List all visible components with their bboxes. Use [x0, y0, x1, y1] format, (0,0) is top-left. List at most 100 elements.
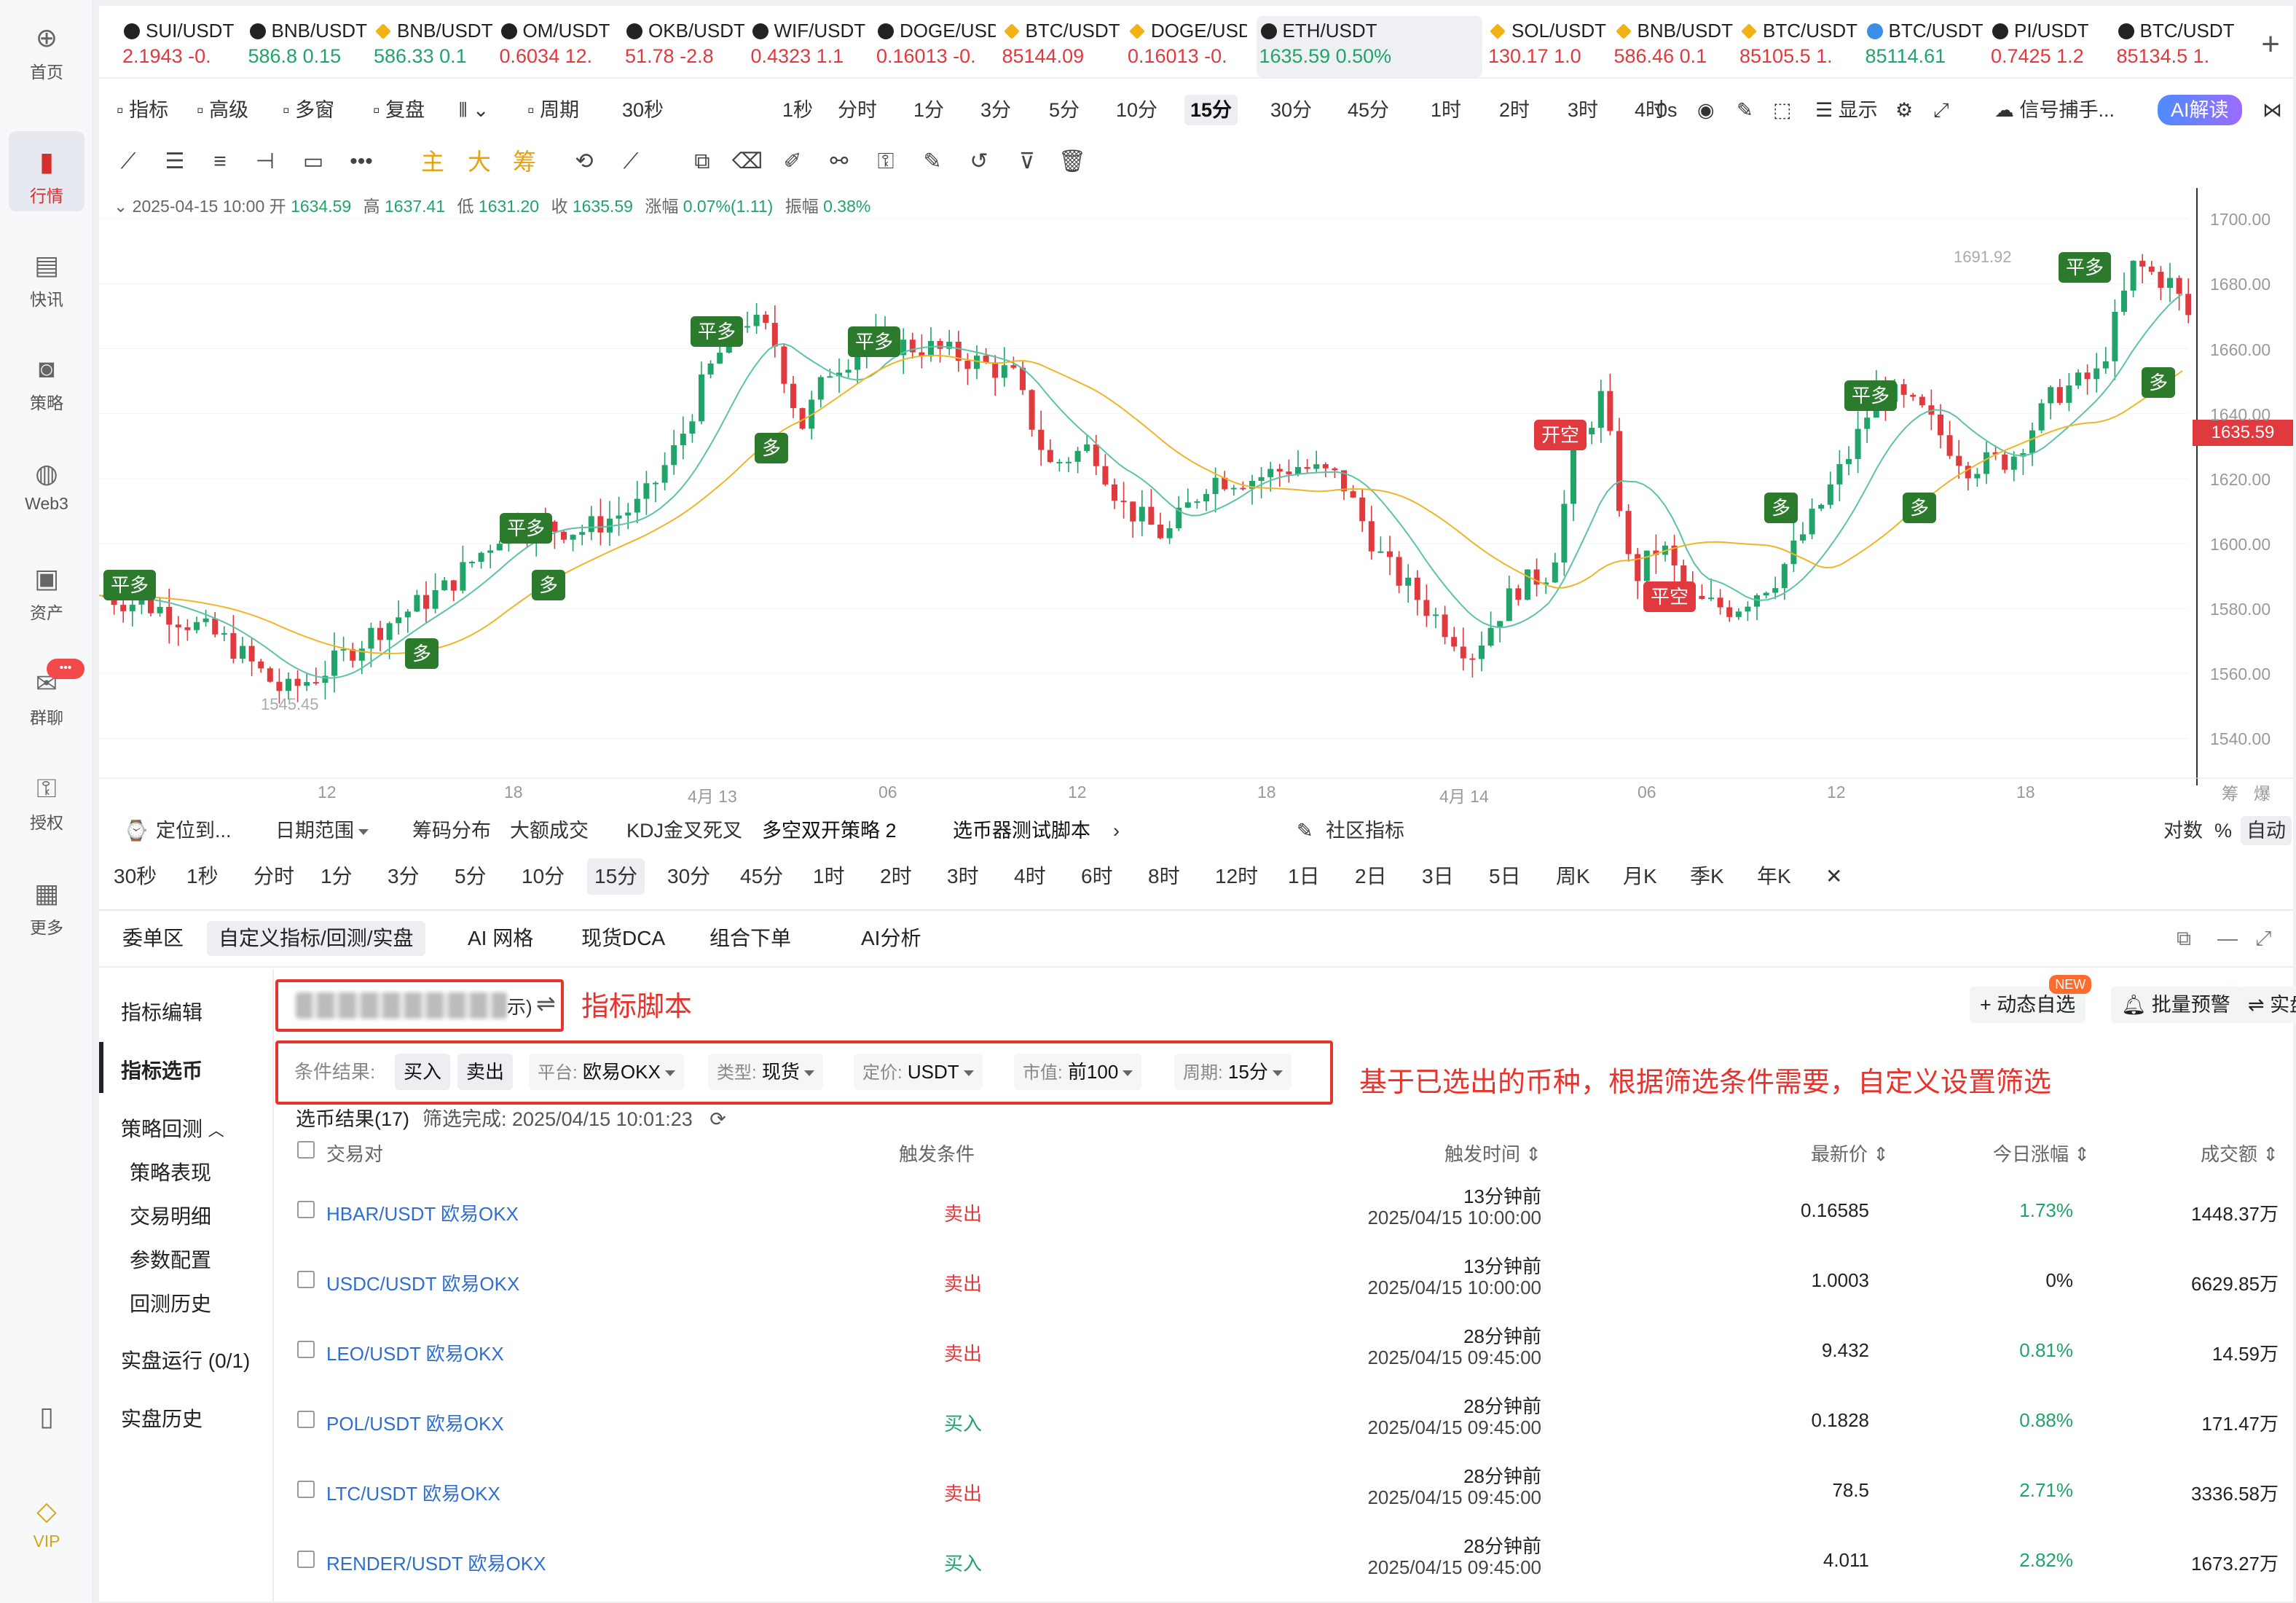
table-row[interactable]: LEO/USDT 欧易OKX 卖出 28分钟前 2025/04/15 09:45:00… — [274, 1314, 2293, 1384]
type-dropdown[interactable]: 类型: 现货 — [708, 1054, 823, 1090]
row-checkbox[interactable] — [297, 1411, 315, 1428]
lock-icon[interactable]: ⚿ — [870, 146, 902, 178]
menu-strategy-performance[interactable]: 策略表现 — [130, 1157, 211, 1186]
table-row[interactable]: HBAR/USDT 欧易OKX 卖出 13分钟前 2025/04/15 10:00:0… — [274, 1175, 2293, 1245]
copy-icon[interactable]: ⧉ — [686, 146, 718, 178]
ticker-tab[interactable]: ETH/USDT 1635.59 0.50% — [1256, 16, 1482, 77]
period-option[interactable]: 3分 — [380, 858, 427, 895]
auto-scale-toggle[interactable]: 自动 — [2241, 816, 2292, 845]
period-tab[interactable]: 5分 — [1043, 95, 1085, 125]
toolbar-advanced[interactable]: ▫ 高级 — [191, 95, 254, 125]
period-tab[interactable]: 3分 — [975, 95, 1017, 125]
batch-alert-button[interactable]: 🔔︎ 批量预警 — [2111, 987, 2241, 1023]
platform-dropdown[interactable]: 平台: 欧易OKX — [529, 1054, 684, 1090]
period-tab[interactable]: 1分 — [908, 95, 950, 125]
filter-icon[interactable]: ⊽ — [1011, 146, 1043, 178]
strategy-tool-icon[interactable]: ⟲ — [568, 146, 600, 178]
table-row[interactable]: POL/USDT 欧易OKX 买入 28分钟前 2025/04/15 09:45:00… — [274, 1384, 2293, 1454]
period-tab[interactable]: 15分 — [1184, 95, 1238, 125]
toolbar-multi-window[interactable]: ▫ 多窗 — [277, 95, 340, 125]
detach-window-icon[interactable]: ⧉ — [2177, 927, 2191, 951]
ticker-tab[interactable]: BTC/USDT 85105.5 1. — [1737, 16, 1859, 77]
indicator-long-short-strategy[interactable]: 多空双开策略 2 — [762, 816, 897, 845]
share-icon[interactable]: ⋈ — [2257, 95, 2288, 125]
ticker-tab[interactable]: DOGE/USDT0.16013 -0. — [873, 16, 996, 77]
percent-scale-toggle[interactable]: % — [2214, 816, 2232, 845]
horizontal-lines-icon[interactable]: ≡ — [204, 146, 236, 178]
period-option[interactable]: 5分 — [447, 858, 494, 895]
close-icon[interactable]: ✕ — [1818, 858, 1849, 895]
ticker-tab[interactable]: BNB/USDT 586.46 0.1 — [1611, 16, 1734, 77]
ticker-tab[interactable]: BNB/USDT 586.8 0.15 — [245, 16, 368, 77]
toolbar-period[interactable]: ▫ 周期 — [522, 95, 585, 125]
table-row[interactable]: LTC/USDT 欧易OKX 卖出 28分钟前 2025/04/15 09:45:00… — [274, 1454, 2293, 1524]
toolbar-chart-type[interactable]: ⫴ ⌄ — [453, 95, 495, 125]
trade-signal-marker[interactable]: 平多 — [103, 570, 157, 600]
candlestick-chart[interactable]: ⌄ 2025-04-15 10:00 开 1634.59 高 1637.41 低… — [99, 188, 2293, 806]
log-scale-toggle[interactable]: 对数 — [2163, 816, 2203, 845]
ticker-tab[interactable]: DOGE/USDT0.16013 -0. — [1125, 16, 1247, 77]
ticker-tab[interactable]: BTC/USDT 85114.61 — [1863, 16, 1985, 77]
indicator-large-trades[interactable]: 大额成交 — [510, 816, 589, 845]
indicator-chip-distribution[interactable]: 筹码分布 — [412, 816, 491, 845]
period-option[interactable]: 5日 — [1482, 858, 1528, 895]
dynamic-watchlist-button[interactable]: + 动态自选 NEW — [1970, 975, 2092, 1023]
trade-signal-marker[interactable]: 多 — [755, 433, 789, 463]
pair-link[interactable]: USDC/USDT 欧易OKX — [326, 1269, 519, 1296]
row-checkbox[interactable] — [297, 1201, 315, 1218]
crop-icon[interactable]: ⬚ — [1767, 95, 1798, 125]
pair-link[interactable]: POL/USDT 欧易OKX — [326, 1409, 504, 1436]
camera-icon[interactable]: ◉ — [1691, 95, 1721, 125]
period-dropdown[interactable]: 周期: 15分 — [1174, 1054, 1292, 1090]
trash-icon[interactable]: 🗑︎ — [1056, 146, 1088, 178]
period-option[interactable]: 周K — [1549, 858, 1597, 895]
period-tab[interactable]: 45分 — [1342, 95, 1395, 125]
menu-indicator-edit[interactable]: 指标编辑 — [121, 997, 203, 1026]
collapse-icon[interactable]: ⌄ — [114, 197, 127, 216]
table-row[interactable]: RENDER/USDT 欧易OKX 买入 28分钟前 2025/04/15 09:45… — [274, 1524, 2293, 1594]
quote-dropdown[interactable]: 定价: USDT — [854, 1054, 983, 1090]
date-range-dropdown[interactable]: 日期范围 — [275, 816, 369, 845]
pen-icon[interactable]: ✎ — [1731, 95, 1759, 125]
row-checkbox[interactable] — [297, 1481, 315, 1498]
chip-distribution-toggle[interactable]: 筹 — [2222, 780, 2238, 804]
ticker-tab[interactable]: SOL/USDT 130.17 1.0 — [1485, 16, 1608, 77]
pair-link[interactable]: LEO/USDT 欧易OKX — [326, 1339, 504, 1366]
toolbar-indicator[interactable]: ▫ 指标 — [111, 95, 174, 125]
trade-signal-marker[interactable]: 多 — [532, 570, 566, 600]
trade-signal-marker[interactable]: 平多 — [848, 326, 901, 357]
period-option[interactable]: 4时 — [1007, 858, 1053, 895]
add-ticker-icon[interactable]: + — [2261, 26, 2280, 63]
ticker-tab[interactable]: PI/USDT 0.7425 1.2 — [1988, 16, 2110, 77]
ticker-tab[interactable]: BTC/USDT 85134.5 1. — [2114, 16, 2236, 77]
chevron-right-icon[interactable]: › — [1113, 816, 1120, 845]
trade-signal-marker[interactable]: 平多 — [691, 316, 744, 347]
bottom-tab[interactable]: AI分析 — [849, 921, 932, 956]
community-indicator-button[interactable]: 社区指标 — [1326, 816, 1404, 845]
period-option[interactable]: 45分 — [733, 858, 790, 895]
ticker-tab[interactable]: OKB/USDT 51.78 -2.8 — [622, 16, 744, 77]
display-button[interactable]: ☰ 显示 — [1809, 95, 1884, 125]
filter-buy-chip[interactable]: 买入 — [395, 1054, 451, 1090]
trade-signal-marker[interactable]: 平多 — [1844, 380, 1898, 411]
period-tab[interactable]: 1秒 — [777, 95, 819, 125]
nav-item-8[interactable]: ▦ 更多 — [9, 863, 84, 943]
ticker-tab[interactable]: BTC/USDT 85144.09 — [999, 16, 1122, 77]
period-option[interactable]: 1分 — [313, 858, 360, 895]
liquidation-toggle[interactable]: 爆 — [2254, 780, 2271, 804]
row-checkbox[interactable] — [297, 1551, 315, 1568]
ai-interpret-button[interactable]: AI解读 — [2158, 95, 2242, 125]
nav-item-3[interactable]: ◙ 策略 — [9, 338, 84, 418]
chart-canvas[interactable] — [99, 188, 2293, 807]
period-option[interactable]: 月K — [1616, 858, 1664, 895]
minimize-icon[interactable]: — — [2217, 927, 2238, 950]
column-header[interactable]: 今日涨幅 ⇕ — [1993, 1140, 2090, 1167]
pair-link[interactable]: RENDER/USDT 欧易OKX — [326, 1549, 546, 1576]
link-icon[interactable]: ⚯ — [823, 146, 855, 178]
parallel-lines-icon[interactable]: ☰ — [159, 146, 191, 178]
main-chart-icon[interactable]: 主 — [417, 146, 449, 178]
period-tab[interactable]: 10分 — [1110, 95, 1163, 125]
settings-icon[interactable]: ⚙ — [1890, 95, 1919, 125]
row-checkbox[interactable] — [297, 1341, 315, 1358]
brush-icon[interactable]: ✐ — [777, 146, 809, 178]
